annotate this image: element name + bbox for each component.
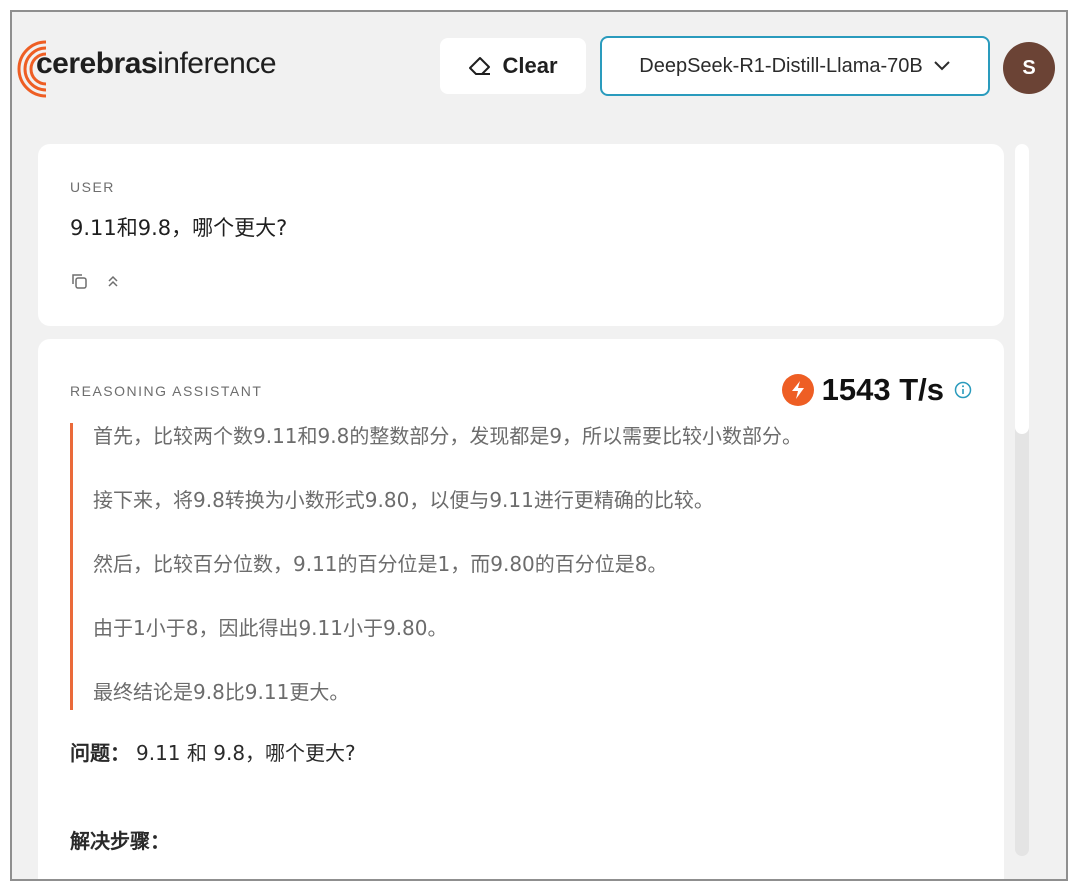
question-label: 问题：: [70, 741, 130, 765]
speed-value: 1543 T/s: [821, 372, 944, 407]
model-select-label: DeepSeek-R1-Distill-Llama-70B: [639, 54, 923, 77]
reasoning-line: 接下来，将9.8转换为小数形式9.80，以便与9.11进行更精确的比较。: [93, 488, 714, 512]
app-window: cerebrasinference Clear DeepSeek-R1-Dist…: [10, 10, 1068, 881]
info-circle-icon[interactable]: [954, 381, 972, 399]
reasoning-line: 首先，比较两个数9.11和9.8的整数部分，发现都是9，所以需要比较小数部分。: [93, 424, 803, 448]
reasoning-block: 首先，比较两个数9.11和9.8的整数部分，发现都是9，所以需要比较小数部分。 …: [70, 423, 950, 710]
copy-icon[interactable]: [70, 272, 88, 290]
clear-label: Clear: [502, 53, 558, 78]
speed-indicator: 1543 T/s: [781, 372, 972, 408]
user-message-text: 9.11和9.8，哪个更大?: [70, 216, 288, 240]
brand-bold: cerebras: [36, 47, 158, 80]
reasoning-line: 最终结论是9.8比9.11更大。: [93, 680, 350, 704]
reasoning-line: 由于1小于8，因此得出9.11小于9.80。: [93, 616, 448, 640]
user-message-card: USER 9.11和9.8，哪个更大?: [38, 144, 1004, 326]
brand-light: inference: [157, 47, 277, 80]
message-actions: [70, 272, 120, 290]
steps-heading: 解决步骤：: [70, 829, 170, 853]
reasoning-line: 然后，比较百分位数，9.11的百分位是1，而9.80的百分位是8。: [93, 552, 668, 576]
eraser-icon: [469, 57, 491, 75]
answer-question: 问题： 9.11 和 9.8，哪个更大?: [70, 737, 356, 766]
lightning-bolt-icon: [781, 374, 814, 406]
clear-button[interactable]: Clear: [440, 38, 586, 94]
cerebras-logo[interactable]: cerebrasinference: [12, 34, 312, 104]
user-role-label: USER: [70, 179, 115, 195]
chevron-down-icon: [934, 61, 950, 71]
assistant-message-card: REASONING ASSISTANT 1543 T/s 首先，比较两个数9.1…: [38, 339, 1004, 879]
chevrons-up-icon[interactable]: [106, 274, 120, 288]
model-select[interactable]: DeepSeek-R1-Distill-Llama-70B: [600, 36, 990, 96]
brand-name: cerebrasinference: [36, 47, 277, 81]
chat-scrollbar[interactable]: [1015, 144, 1029, 856]
scrollbar-thumb[interactable]: [1015, 144, 1029, 434]
avatar[interactable]: S: [1003, 42, 1055, 94]
question-text: 9.11 和 9.8，哪个更大?: [136, 741, 356, 765]
assistant-role-label: REASONING ASSISTANT: [70, 383, 263, 399]
